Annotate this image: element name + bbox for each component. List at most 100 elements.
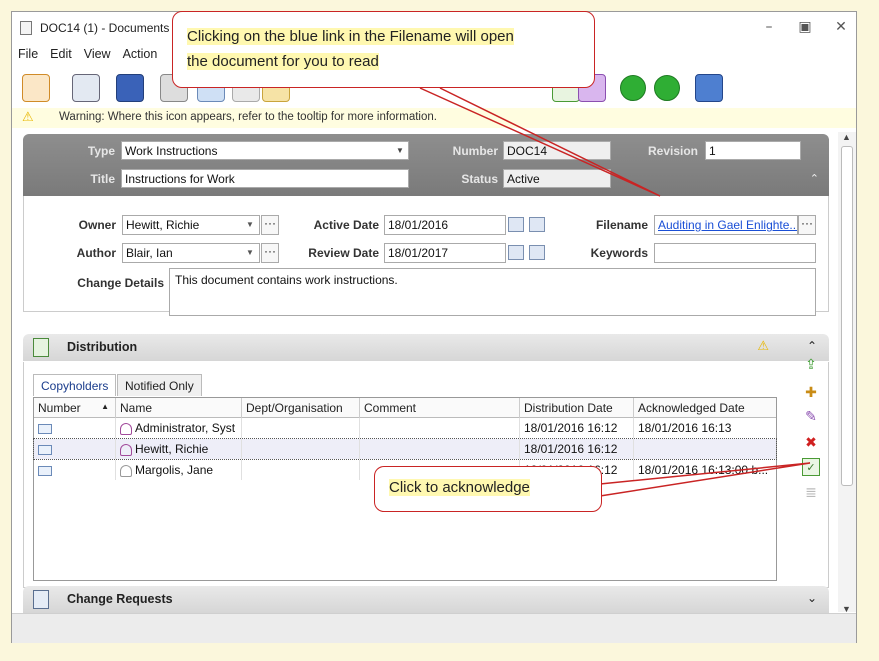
warning-icon: ⚠ [757,339,769,354]
close-button[interactable]: ✕ [830,18,852,36]
collapse-icon[interactable]: ⌃ [810,172,819,185]
status-label: Status [461,172,498,186]
save-icon[interactable] [116,74,144,102]
menu-action[interactable]: Action [117,44,164,64]
row-ack-date-cell: 18/01/2016 16:13:00 b... [638,463,769,477]
envelope-icon [38,465,52,476]
title-field[interactable]: Instructions for Work [121,169,409,188]
scroll-thumb[interactable] [841,146,853,486]
author-browse-button[interactable]: ··· [261,243,279,263]
review-date-field[interactable]: 18/01/2017 [384,243,506,263]
chevron-down-icon[interactable]: ▼ [243,244,257,262]
keywords-label: Keywords [590,246,648,260]
keywords-field[interactable] [654,243,816,263]
callout-line-1: Clicking on the blue link in the Filenam… [187,28,514,45]
acknowledge-callout: Click to acknowledge [374,466,602,512]
change-requests-icon [33,590,49,609]
expand-icon[interactable]: ⌄ [807,591,817,605]
column-comment[interactable]: Comment [360,398,520,418]
collapse-icon[interactable]: ⌃ [807,339,817,353]
distribution-icon [33,338,49,357]
revision-field[interactable]: 1 [705,141,801,160]
menu-edit[interactable]: Edit [44,44,78,64]
active-date-field[interactable]: 18/01/2016 [384,215,506,235]
chevron-down-icon[interactable]: ▼ [393,142,407,160]
table-row-selected[interactable]: Hewitt, Richie 18/01/2016 16:12 [33,438,777,460]
add-user-icon[interactable]: ✚ [802,384,820,402]
envelope-icon [38,423,52,434]
new-document-icon[interactable] [22,74,50,102]
warning-bar: ⚠ Warning: Where this icon appears, refe… [12,108,856,128]
menu-view[interactable]: View [78,44,117,64]
tab-notified-only[interactable]: Notified Only [117,374,202,396]
change-requests-section-header[interactable]: Change Requests ⌄ [23,586,829,613]
chevron-down-icon[interactable]: ▼ [243,216,257,234]
person-icon [120,464,132,477]
callout-line-2: the document for you to read [187,53,379,70]
filename-field: Auditing in Gael Enlighte... [654,215,798,235]
row-comment-cell [360,439,520,459]
owner-select[interactable]: Hewitt, Richie [122,215,260,235]
scroll-up-icon[interactable]: ▲ [842,132,851,142]
filename-callout: Clicking on the blue link in the Filenam… [172,11,595,88]
menu-file[interactable]: File [12,44,44,64]
column-dept[interactable]: Dept/Organisation [242,398,360,418]
owner-browse-button[interactable]: ··· [261,215,279,235]
document-header-panel: Type Work Instructions ▼ Number DOC14 Re… [23,134,829,196]
owner-label: Owner [78,218,116,232]
revision-label: Revision [647,144,698,158]
filename-browse-button[interactable]: ··· [798,215,816,235]
tab-copyholders[interactable]: Copyholders [33,374,117,396]
row-comment-cell [360,418,520,438]
row-number-cell [34,439,116,459]
edit-user-icon[interactable]: ✎ [802,408,820,426]
title-label: Title [90,172,115,186]
person-icon [120,443,132,456]
row-dept-cell [242,460,360,480]
row-name-cell: Margolis, Jane [116,460,242,480]
type-select[interactable]: Work Instructions [121,141,409,160]
column-number[interactable]: Number ▲ [34,398,116,418]
author-select[interactable]: Blair, Ian [122,243,260,263]
email-icon[interactable] [529,245,545,260]
vertical-scrollbar[interactable]: ▲ ▼ [838,132,856,614]
distribution-section-header[interactable]: Distribution ⚠ ⌃ [23,334,829,361]
calendar-icon[interactable] [508,245,524,260]
row-ack-date-cell: 18/01/2016 16:13 [638,421,732,435]
filename-label: Filename [595,218,648,232]
row-name-cell: Hewitt, Richie [116,439,242,459]
warning-text: Warning: Where this icon appears, refer … [59,111,437,123]
row-ack-date-cell [634,439,776,459]
person-icon [120,422,132,435]
calendar-icon[interactable] [508,217,524,232]
restore-button[interactable]: ▣ [794,18,816,36]
table-row[interactable]: Administrator, Syst 18/01/2016 16:12 18/… [34,418,776,438]
column-name[interactable]: Name [116,398,242,418]
distribution-title: Distribution [67,340,138,354]
workflow-icon[interactable] [695,74,723,102]
row-number-cell [34,418,116,438]
row-dist-date-cell: 18/01/2016 16:12 [520,439,634,459]
number-label: Number [452,144,498,158]
add-copyholder-icon[interactable]: ⇪ [802,356,820,374]
back-arrow-icon[interactable] [620,75,646,101]
acknowledge-icon[interactable]: ✓ [802,458,820,476]
active-date-label: Active Date [313,218,379,232]
filename-link[interactable]: Auditing in Gael Enlighte... [658,218,797,232]
change-details-label: Change Details [77,276,164,290]
table-header: Number ▲ Name Dept/Organisation Comment D… [34,398,776,418]
review-date-label: Review Date [308,246,379,260]
email-icon[interactable] [529,217,545,232]
row-dept-cell [242,418,360,438]
list-icon[interactable]: ≣ [802,484,820,502]
layout-icon[interactable] [72,74,100,102]
change-details-field[interactable]: This document contains work instructions… [169,268,816,316]
minimize-button[interactable]: – [758,18,780,36]
remove-user-icon[interactable]: ✖ [802,434,820,452]
document-icon [20,21,32,35]
column-distribution-date[interactable]: Distribution Date [520,398,634,418]
number-field[interactable]: DOC14 [503,141,611,160]
change-requests-title: Change Requests [67,592,173,606]
column-acknowledged-date[interactable]: Acknowledged Date [634,398,776,418]
forward-arrow-icon[interactable] [654,75,680,101]
